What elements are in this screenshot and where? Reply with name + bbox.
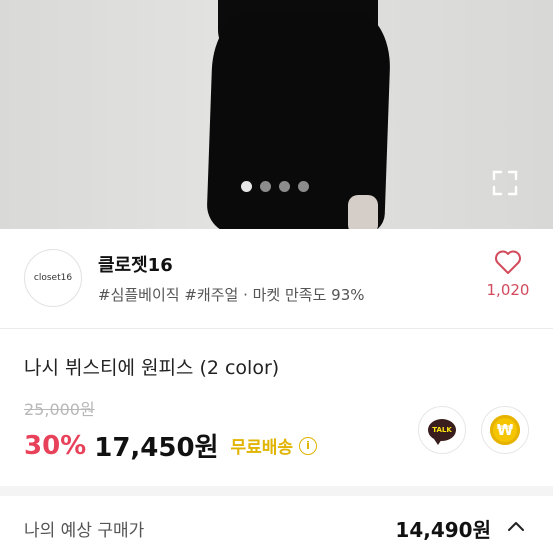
sale-price: 17,450원 <box>94 433 219 463</box>
pay-button[interactable]: ₩ <box>481 406 529 454</box>
carousel-dot-2[interactable] <box>260 181 271 192</box>
estimated-price-label: 나의 예상 구매가 <box>24 521 145 541</box>
expand-icon[interactable] <box>492 170 518 196</box>
chevron-up-icon[interactable] <box>506 518 526 534</box>
seller-avatar[interactable]: closet16 <box>24 249 82 307</box>
carousel-dot-4[interactable] <box>298 181 309 192</box>
price-row: 30% 17,450원 무료배송 i <box>24 427 318 464</box>
product-title: 나시 뷔스티에 원피스 (2 color) <box>24 357 280 379</box>
free-shipping-label: 무료배송 <box>230 438 294 458</box>
like-button[interactable]: 1,020 <box>481 249 535 299</box>
carousel-dot-1[interactable] <box>241 181 252 192</box>
like-count: 1,020 <box>486 281 530 299</box>
original-price: 25,000원 <box>24 400 95 419</box>
seller-avatar-text: closet16 <box>33 273 73 283</box>
seller-name[interactable]: 클로젯16 <box>98 251 173 277</box>
heart-outline-icon <box>495 250 521 274</box>
estimated-price-value: 14,490원 <box>395 518 491 542</box>
discount-rate: 30% <box>24 430 87 461</box>
seller-tags: #심플베이직 #캐주얼 · 마켓 만족도 93% <box>98 286 365 304</box>
seller-row[interactable]: closet16 클로젯16 #심플베이직 #캐주얼 · 마켓 만족도 93% … <box>0 229 553 329</box>
product-image[interactable] <box>0 0 553 229</box>
kakao-talk-button[interactable]: TALK <box>418 406 466 454</box>
section-divider <box>0 486 553 496</box>
kakao-talk-icon: TALK <box>428 419 456 445</box>
info-icon[interactable]: i <box>299 436 318 455</box>
carousel-indicator <box>241 181 309 192</box>
estimated-price-row[interactable]: 나의 예상 구매가 14,490원 <box>0 496 553 553</box>
carousel-dot-3[interactable] <box>279 181 290 192</box>
leg-shape <box>348 195 378 229</box>
won-coin-icon: ₩ <box>490 415 520 445</box>
